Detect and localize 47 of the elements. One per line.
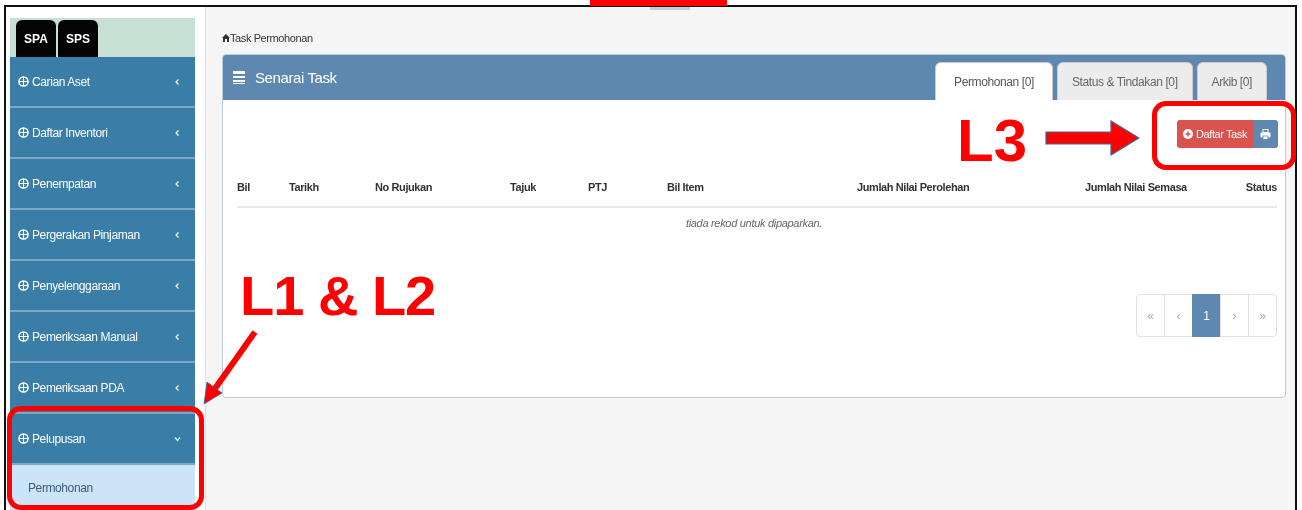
globe-icon (18, 331, 29, 342)
sidebar-item[interactable]: Pergerakan Pinjaman (10, 210, 195, 261)
globe-icon (18, 76, 29, 87)
column-header: No Rujukan (375, 181, 434, 193)
home-icon (222, 34, 230, 42)
sidebar-item[interactable]: Pelupusan (10, 414, 195, 465)
sidebar-tab[interactable]: SPA (16, 20, 56, 57)
sidebar-tab[interactable]: SPS (58, 20, 98, 57)
globe-icon (18, 178, 29, 189)
annotation-label: L1 & L2 (240, 268, 436, 324)
scroll-handle (650, 7, 690, 10)
panel-tab[interactable]: Arkib [0] (1196, 62, 1267, 100)
page-button[interactable]: ‹ (1164, 294, 1193, 337)
plus-circle-icon (1182, 129, 1193, 139)
column-header: Jumlah Nilai Perolehan (857, 181, 971, 193)
printer-icon (1260, 128, 1271, 140)
column-header: Status (1244, 181, 1277, 193)
globe-icon (18, 433, 29, 444)
column-header: Tarikh (289, 181, 320, 193)
panel-title: Senarai Task (255, 69, 337, 86)
column-header: Jumlah Nilai Semasa (1085, 181, 1189, 193)
page-button[interactable]: » (1248, 294, 1277, 337)
print-button[interactable] (1253, 120, 1278, 148)
sidebar-item[interactable]: Carian Aset (10, 57, 195, 108)
annotation-label: L3 (957, 111, 1028, 171)
panel-tab[interactable]: Permohonan [0] (935, 62, 1053, 100)
sidebar-item[interactable]: Pemeriksaan PDA (10, 363, 195, 414)
list-icon (233, 71, 245, 84)
page-button[interactable]: « (1136, 294, 1165, 337)
globe-icon (18, 127, 29, 138)
page-button[interactable]: › (1220, 294, 1249, 337)
empty-table-message: tiada rekod untuk dipaparkan. (684, 217, 824, 229)
sidebar-item[interactable]: Pemeriksaan Manual (10, 312, 195, 363)
column-header: Bil (237, 181, 251, 193)
page-button[interactable]: 1 (1192, 294, 1221, 337)
globe-icon (18, 280, 29, 291)
add-task-button[interactable]: Daftar Task (1176, 120, 1253, 148)
sidebar-item[interactable]: Penyelenggaraan (10, 261, 195, 312)
sidebar-item[interactable]: Penempatan (10, 159, 195, 210)
panel-tab[interactable]: Status & Tindakan [0] (1056, 62, 1193, 100)
column-header: PTJ (588, 181, 608, 193)
sidebar-item[interactable]: Daftar Inventori (10, 108, 195, 159)
column-header: Tajuk (510, 181, 537, 193)
globe-icon (18, 229, 29, 240)
column-header: Bil Item (667, 181, 705, 193)
breadcrumb: Task Permohonan (222, 32, 1286, 44)
globe-icon (18, 382, 29, 393)
